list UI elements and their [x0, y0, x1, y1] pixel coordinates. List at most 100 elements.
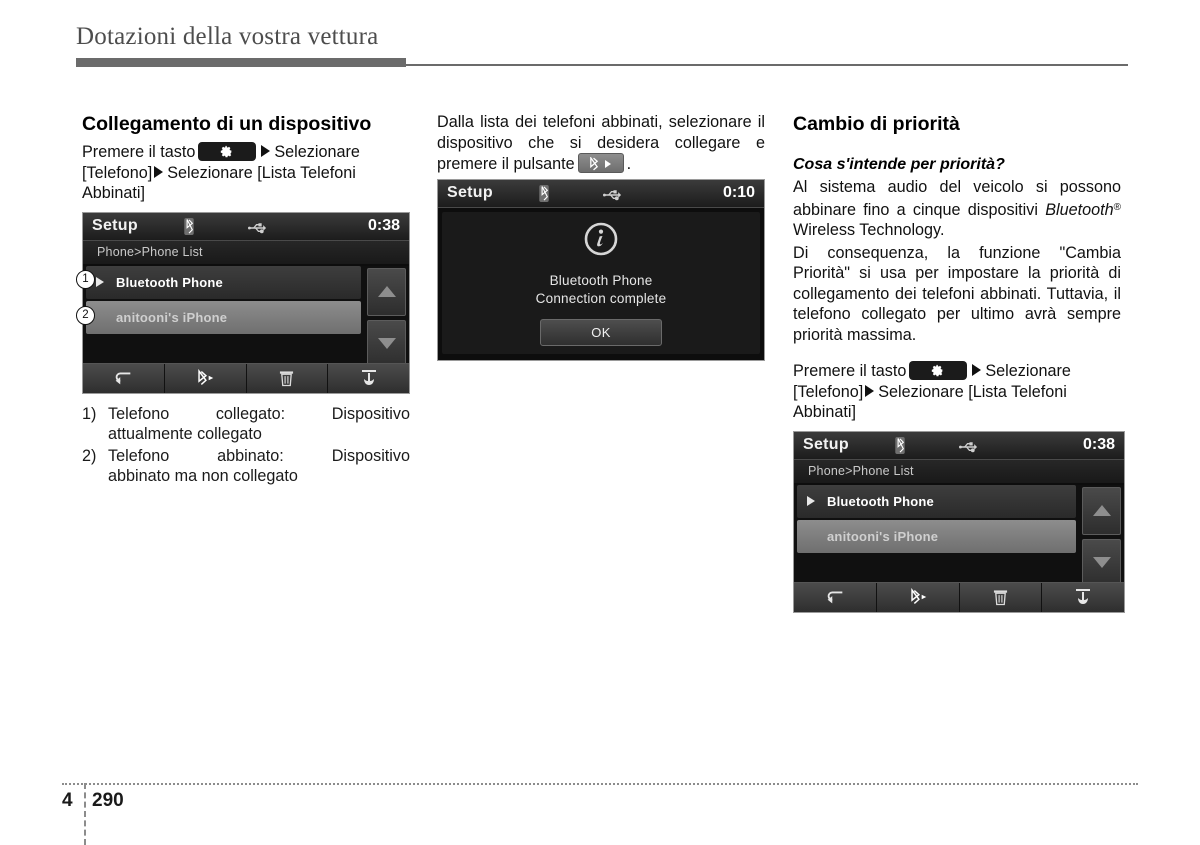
bluetooth-connect-button[interactable] — [876, 582, 960, 612]
connection-complete-screen: Setup 0:10 Bluetooth Phone Connection co… — [437, 178, 765, 361]
legend-list: 1) Telefono collegato: Dispositivo attua… — [82, 404, 410, 487]
registered-mark: ® — [1113, 201, 1121, 213]
triangle-up-icon — [1092, 505, 1111, 516]
screen1-clock: 0:38 — [367, 217, 400, 234]
usb-icon — [603, 188, 622, 206]
scroll-up-button[interactable] — [1082, 486, 1121, 535]
screen1-list: Bluetooth Phone anitooni's iPhone — [83, 265, 409, 368]
screen2-message-line2: Connection complete — [535, 290, 667, 306]
screen3-topbar: Setup 0:38 — [794, 431, 1124, 460]
instruction-text-press: Premere il tasto — [82, 143, 196, 161]
triangle-down-icon — [377, 338, 396, 349]
bluetooth-icon — [894, 436, 906, 459]
screen2-title: Setup — [447, 184, 493, 201]
triangle-down-icon — [1092, 557, 1111, 568]
bluetooth-connect-icon — [910, 588, 926, 604]
header-rule-thick — [76, 58, 406, 67]
screen2-topbar: Setup 0:10 — [438, 179, 764, 208]
play-triangle-icon — [807, 496, 815, 506]
screen3-clock: 0:38 — [1082, 436, 1115, 453]
scroll-down-button[interactable] — [1082, 538, 1121, 587]
brand-bluetooth: Bluetooth — [1045, 200, 1114, 219]
gear-icon — [932, 364, 943, 377]
setup-button-glyph[interactable] — [198, 142, 257, 161]
header-rule — [76, 58, 1128, 67]
header-rule-thin — [406, 64, 1128, 66]
step-arrow-icon-4 — [865, 384, 875, 397]
back-button[interactable] — [83, 363, 165, 393]
legend-item-2: 2) Telefono abbinato: Dispositivo abbina… — [82, 446, 410, 487]
subheading-what-is-priority: Cosa s'intende per priorità? — [793, 156, 1005, 173]
column-two: Dalla lista dei telefoni abbinati, selez… — [437, 112, 765, 361]
legend-desc-2: abbinato ma non collegato — [108, 467, 298, 485]
step-arrow-icon-2 — [154, 165, 164, 178]
bluetooth-icon — [538, 184, 550, 207]
screen3-list: Bluetooth Phone anitooni's iPhone — [794, 484, 1124, 587]
screen1-toolbar — [83, 362, 409, 393]
gear-icon — [221, 145, 232, 158]
list-item-paired[interactable]: anitooni's iPhone — [86, 300, 361, 334]
setup-button-glyph[interactable] — [909, 361, 968, 380]
screen3-title: Setup — [803, 436, 849, 453]
legend-term-1: Telefono — [108, 404, 170, 423]
callout-2: 2 — [76, 305, 95, 325]
screen1-scrollbar[interactable] — [367, 267, 406, 368]
screen1-topbar: Setup 0:38 — [83, 212, 409, 241]
back-arrow-icon — [116, 372, 131, 385]
step-arrow-icon — [261, 145, 271, 157]
legend-value-2: Dispositivo — [331, 446, 410, 465]
legend-row-2: Telefono abbinato: Dispositivo — [108, 446, 410, 467]
screen1-breadcrumb: Phone>Phone List — [83, 240, 409, 264]
list-item-connected[interactable]: Bluetooth Phone — [797, 484, 1076, 518]
scroll-down-button[interactable] — [367, 319, 406, 368]
trash-icon — [993, 590, 1007, 606]
play-triangle-icon — [96, 277, 104, 287]
delete-button[interactable] — [246, 363, 329, 393]
priority-icon — [361, 370, 376, 385]
instruction-priority: Premere il tasto Selezionare [Telefono] Se… — [793, 361, 1121, 423]
bluetooth-connect-button[interactable] — [164, 363, 247, 393]
page-header: Dotazioni della vostra vettura — [76, 22, 1128, 67]
legend-term2-1: collegato: — [215, 404, 286, 423]
arrow-right-icon — [604, 160, 611, 168]
column-one: Collegamento di un dispositivo Premere i… — [76, 112, 410, 488]
priority-button[interactable] — [1042, 582, 1124, 612]
column-three: Cambio di priorità Cosa s'intende per pr… — [793, 112, 1125, 613]
usb-icon — [248, 221, 267, 239]
paragraph-priority-2: Di consequenza, la funzione "Cambia Prio… — [793, 243, 1121, 344]
list-item-label: anitooni's iPhone — [827, 528, 939, 544]
back-arrow-icon — [827, 591, 843, 604]
instruction-connect: Premere il tasto Selezionare [Telefono] Se… — [82, 142, 410, 204]
phone-list-screen-1: Setup 0:38 Phone>Phone List Bluetooth Ph… — [82, 211, 410, 394]
bluetooth-connect-icon — [198, 369, 214, 385]
paragraph-select-device-period: . — [626, 155, 632, 173]
legend-number-1: 1) — [82, 404, 97, 423]
paragraph-priority-1b: Wireless Technology. — [793, 221, 945, 239]
info-icon — [584, 222, 618, 261]
legend-desc-1: attualmente collegato — [108, 425, 262, 443]
bluetooth-connect-button-glyph[interactable] — [577, 153, 624, 173]
screen2-message: Bluetooth Phone Connection complete — [442, 272, 760, 308]
ok-button[interactable]: OK — [540, 318, 662, 346]
list-item-label: Bluetooth Phone — [827, 493, 934, 509]
screen-one-wrapper: 1 2 Setup 0:38 Phone>Phone List Bluetoot… — [76, 211, 410, 394]
legend-value-1: Dispositivo — [331, 404, 410, 423]
legend-item-1: 1) Telefono collegato: Dispositivo attua… — [82, 404, 410, 445]
bluetooth-icon — [589, 155, 599, 177]
screen3-breadcrumb: Phone>Phone List — [794, 459, 1124, 483]
instruction-text-press-3: Premere il tasto — [793, 362, 907, 380]
list-item-paired[interactable]: anitooni's iPhone — [797, 519, 1076, 553]
back-button[interactable] — [794, 582, 877, 612]
screen1-title: Setup — [92, 217, 138, 234]
step-arrow-icon-3 — [972, 364, 982, 376]
triangle-up-icon — [377, 286, 396, 297]
list-item-connected[interactable]: Bluetooth Phone — [86, 265, 361, 299]
delete-button[interactable] — [959, 582, 1043, 612]
footer-divider — [62, 783, 1138, 785]
footer-vertical-divider — [84, 783, 86, 845]
screen3-scrollbar[interactable] — [1082, 486, 1121, 587]
page-title: Dotazioni della vostra vettura — [76, 23, 379, 50]
bluetooth-icon — [183, 217, 195, 240]
priority-button[interactable] — [328, 363, 409, 393]
scroll-up-button[interactable] — [367, 267, 406, 316]
